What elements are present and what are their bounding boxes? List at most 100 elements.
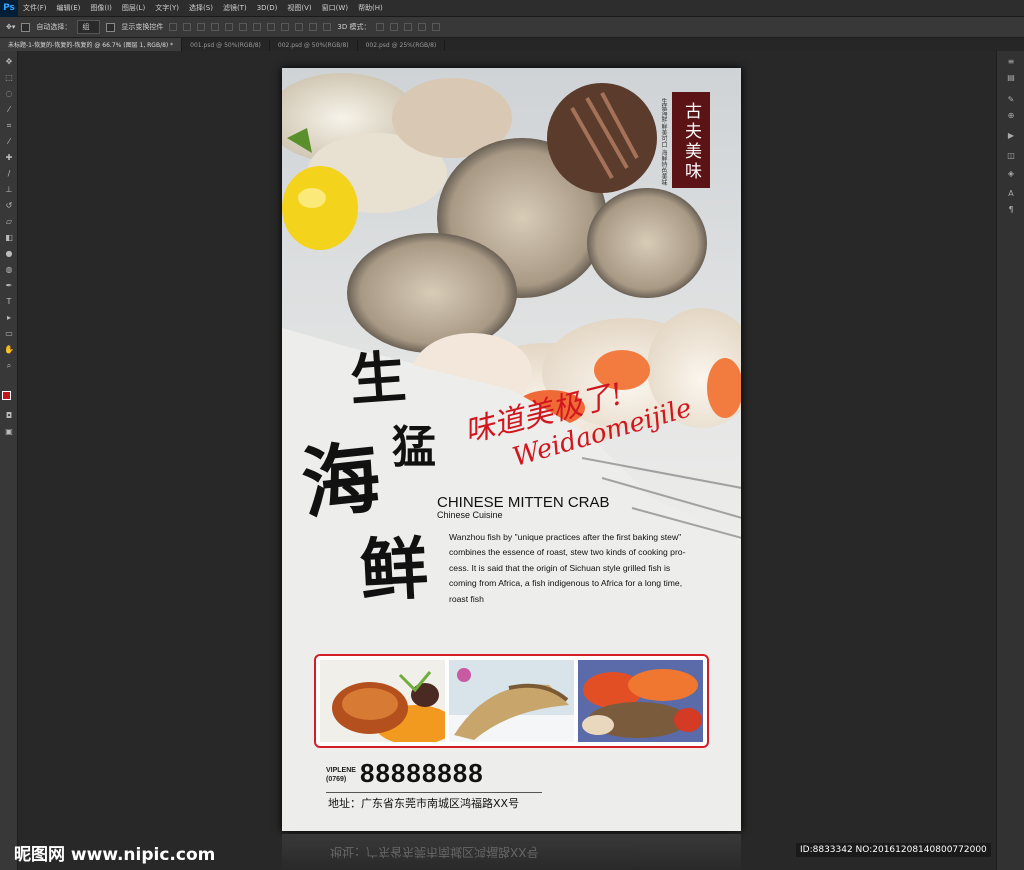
menu-edit[interactable]: 编辑(E) <box>52 3 86 13</box>
3d-slide-icon[interactable] <box>418 23 427 31</box>
poster-canvas[interactable]: 生猛海鲜·鲜美可口 海鲜特色美味 古夫美味 生 猛 海 鲜 味道美极了! Wei… <box>282 68 741 831</box>
tools-panel: ✥ ⬚ ◌ ⁄ ⌗ ⁄ ✚ / ⊥ ↺ ▱ ◧ ● ◍ ✒ T ▸ ▭ ✋ ⌕ … <box>0 51 18 870</box>
align-left-icon[interactable] <box>211 23 220 31</box>
menu-filter[interactable]: 滤镜(T) <box>218 3 252 13</box>
headline-char-4: 鲜 <box>357 528 431 612</box>
dodge-tool-icon[interactable]: ◍ <box>4 265 14 275</box>
quick-mask-icon[interactable]: ◘ <box>4 411 14 421</box>
distribute-right-icon[interactable] <box>323 23 332 31</box>
english-title: CHINESE MITTEN CRAB <box>437 494 610 511</box>
area-code: (0769) <box>326 776 347 783</box>
options-bar: ✥▾ 自动选择： 组 显示变换控件 3D 模式： <box>0 17 1024 38</box>
eraser-tool-icon[interactable]: ▱ <box>4 217 14 227</box>
history-panel-icon[interactable]: ≡ <box>1006 57 1016 67</box>
distribute-left-icon[interactable] <box>295 23 304 31</box>
menu-help[interactable]: 帮助(H) <box>353 3 388 13</box>
auto-select-label: 自动选择： <box>36 23 72 31</box>
distribute-top-icon[interactable] <box>253 23 262 31</box>
show-transform-label: 显示变换控件 <box>121 23 164 31</box>
actions-panel-icon[interactable]: ▶ <box>1006 131 1016 141</box>
menu-window[interactable]: 窗口(W) <box>317 3 353 13</box>
eyedropper-tool-icon[interactable]: ⁄ <box>4 137 14 147</box>
distribute-bottom-icon[interactable] <box>281 23 290 31</box>
menu-layer[interactable]: 图层(L) <box>117 3 150 13</box>
show-transform-checkbox[interactable] <box>106 22 116 32</box>
pen-tool-icon[interactable]: ✒ <box>4 281 14 291</box>
panel-dock: ≡ ▤ ✎ ⊕ ▶ ◫ ◈ A ¶ <box>996 51 1024 870</box>
seafood-platter-photo <box>578 660 703 742</box>
description-line: roast fish <box>449 593 484 604</box>
description-line: coming from Africa, a fish indigenous to… <box>449 578 683 589</box>
auto-select-checkbox[interactable] <box>21 22 31 32</box>
description-line: Wanzhou fish by "unique practices after … <box>449 532 682 542</box>
clone-source-panel-icon[interactable]: ⊕ <box>1006 111 1016 121</box>
menu-image[interactable]: 图像(I) <box>85 3 117 13</box>
menu-3d[interactable]: 3D(D) <box>252 4 283 12</box>
brush-panel-icon[interactable]: ✎ <box>1006 95 1016 105</box>
auto-select-dropdown[interactable]: 组 <box>77 20 101 34</box>
3d-panel-icon[interactable]: ◈ <box>1006 169 1016 179</box>
hand-tool-icon[interactable]: ✋ <box>4 345 14 355</box>
geoduck-photo <box>449 660 574 742</box>
align-bottom-icon[interactable] <box>197 23 206 31</box>
move-tool-icon[interactable]: ✥▾ <box>6 23 15 31</box>
phone-number: 88888888 <box>360 758 484 788</box>
blur-tool-icon[interactable]: ● <box>4 249 14 259</box>
tab-document-3[interactable]: 002.psd @ 50%(RGB/8) <box>270 40 358 51</box>
layers-panel-icon[interactable]: ◫ <box>1006 151 1016 161</box>
properties-panel-icon[interactable]: ▤ <box>1006 73 1016 83</box>
screen-mode-icon[interactable]: ▣ <box>4 427 14 437</box>
crop-tool-icon[interactable]: ⌗ <box>4 121 14 131</box>
seal-stamp: 古夫美味 <box>672 92 710 188</box>
3d-scale-icon[interactable] <box>432 23 441 31</box>
menu-file[interactable]: 文件(F) <box>18 3 52 13</box>
gradient-tool-icon[interactable]: ◧ <box>4 233 14 243</box>
align-top-icon[interactable] <box>169 23 178 31</box>
tab-document-4[interactable]: 002.psd @ 25%(RGB/8) <box>358 40 446 51</box>
reflection-address: 地址：广东省东莞市南城区鸿福路XX号 <box>330 845 539 859</box>
description-text: Wanzhou fish by "unique practices after … <box>449 530 739 607</box>
character-panel-icon[interactable]: A <box>1006 189 1016 199</box>
move-tool-icon[interactable]: ✥ <box>4 57 14 67</box>
contact-label: VIPLENE (0769) <box>326 766 356 784</box>
document-tabs: 未标题-1-恢复的-恢复的-恢复的 @ 66.7% (图层 1, RGB/8) … <box>0 38 1024 51</box>
menu-type[interactable]: 文字(Y) <box>150 3 184 13</box>
photo-strip <box>314 654 709 748</box>
description-line: combines the essence of roast, stew two … <box>449 547 686 558</box>
3d-rotate-icon[interactable] <box>376 23 385 31</box>
shape-tool-icon[interactable]: ▭ <box>4 329 14 339</box>
distribute-center-icon[interactable] <box>309 23 318 31</box>
3d-pan-icon[interactable] <box>404 23 413 31</box>
3d-mode-label: 3D 模式： <box>337 23 371 31</box>
image-id-watermark: ID:8833342 NO:20161208140800772000 <box>796 843 991 857</box>
abalone-dish-photo <box>320 660 445 742</box>
tab-document-1[interactable]: 未标题-1-恢复的-恢复的-恢复的 @ 66.7% (图层 1, RGB/8) … <box>0 38 183 51</box>
type-tool-icon[interactable]: T <box>4 297 14 307</box>
english-subtitle: Chinese Cuisine <box>437 510 503 520</box>
3d-roll-icon[interactable] <box>390 23 399 31</box>
history-brush-tool-icon[interactable]: ↺ <box>4 201 14 211</box>
paragraph-panel-icon[interactable]: ¶ <box>1006 205 1016 215</box>
menu-bar: Ps 文件(F) 编辑(E) 图像(I) 图层(L) 文字(Y) 选择(S) 滤… <box>0 0 1024 17</box>
stamp-tool-icon[interactable]: ⊥ <box>4 185 14 195</box>
align-right-icon[interactable] <box>239 23 248 31</box>
menu-select[interactable]: 选择(S) <box>184 3 218 13</box>
distribute-middle-icon[interactable] <box>267 23 276 31</box>
photoshop-logo-icon: Ps <box>0 0 18 17</box>
foreground-color-swatch[interactable] <box>2 391 11 400</box>
menu-view[interactable]: 视图(V) <box>282 3 316 13</box>
path-select-tool-icon[interactable]: ▸ <box>4 313 14 323</box>
tab-document-2[interactable]: 001.psd @ 50%(RGB/8) <box>182 40 270 51</box>
lasso-tool-icon[interactable]: ◌ <box>4 89 14 99</box>
quick-select-tool-icon[interactable]: ⁄ <box>4 105 14 115</box>
healing-tool-icon[interactable]: ✚ <box>4 153 14 163</box>
headline-char-1: 生 <box>347 344 409 414</box>
align-middle-icon[interactable] <box>183 23 192 31</box>
align-center-icon[interactable] <box>225 23 234 31</box>
marquee-tool-icon[interactable]: ⬚ <box>4 73 14 83</box>
viplene-text: VIPLENE <box>326 767 356 774</box>
brush-tool-icon[interactable]: / <box>4 169 14 179</box>
address-divider <box>326 792 542 793</box>
zoom-tool-icon[interactable]: ⌕ <box>4 361 14 371</box>
poster-reflection: 地址：广东省东莞市南城区鸿福路XX号 <box>282 834 741 870</box>
